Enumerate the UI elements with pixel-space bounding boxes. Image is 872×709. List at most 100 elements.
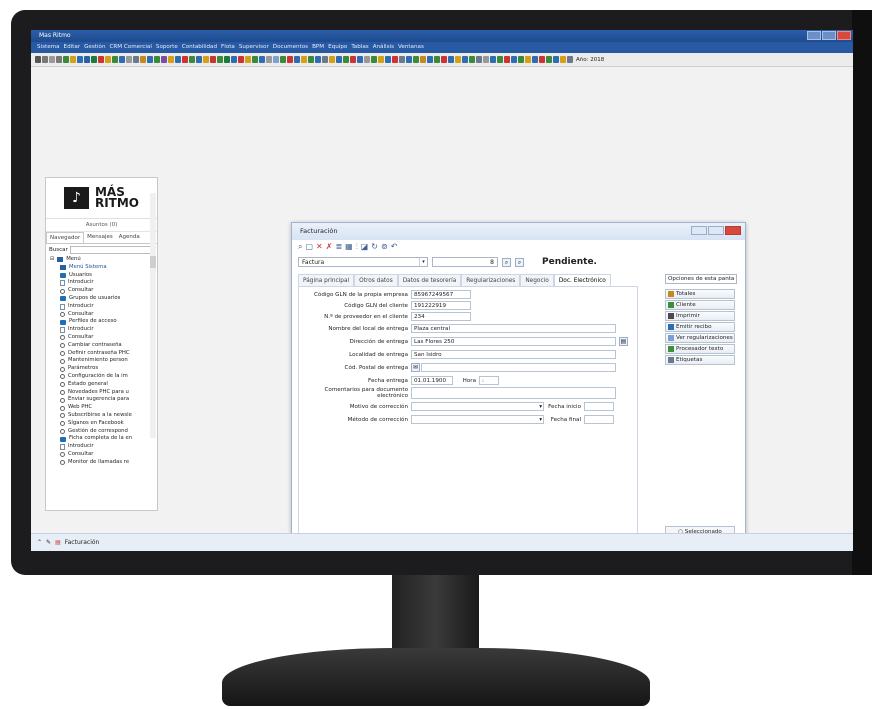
toolbar-tool-icon[interactable]	[448, 56, 454, 63]
menu-item-10[interactable]: Equipo	[328, 44, 347, 50]
side-button-2[interactable]: Imprimir	[665, 311, 735, 321]
toolbar-tool-icon[interactable]	[504, 56, 510, 63]
new-doc-icon[interactable]: ▢	[305, 242, 313, 251]
tree-item[interactable]: Grupos de usuarios	[50, 295, 157, 303]
tree-item[interactable]: Síganos en Facebook	[50, 420, 157, 428]
toolbar-tool-icon[interactable]	[539, 56, 545, 63]
side-button-6[interactable]: Etiquetas	[665, 355, 735, 365]
toolbar-tool-icon[interactable]	[168, 56, 174, 63]
side-button-4[interactable]: Ver regularizaciones	[665, 333, 735, 343]
toolbar-tool-icon[interactable]	[280, 56, 286, 63]
localidad-field[interactable]: San Isidro	[411, 350, 616, 359]
tree-item[interactable]: Consultar	[50, 334, 157, 342]
tree-item[interactable]: Configuración de la im	[50, 373, 157, 381]
toolbar-tool-icon[interactable]	[245, 56, 251, 63]
toolbar-tool-icon[interactable]	[392, 56, 398, 63]
toolbar-tool-icon[interactable]	[490, 56, 496, 63]
tab-navegador[interactable]: Navegador	[46, 232, 85, 243]
tree-item[interactable]: Gestión de correspond	[50, 428, 157, 436]
toolbar-tool-icon[interactable]	[112, 56, 118, 63]
refresh-icon[interactable]: ↻	[371, 242, 378, 251]
toolbar-tool-icon[interactable]	[420, 56, 426, 63]
toolbar-tool-icon[interactable]	[329, 56, 335, 63]
tree-item[interactable]: Introducir	[50, 443, 157, 451]
toolbar-tool-icon[interactable]	[140, 56, 146, 63]
tree-root[interactable]: ⊟ Menú	[50, 256, 157, 264]
toolbar-tool-icon[interactable]	[70, 56, 76, 63]
side-button-1[interactable]: Cliente	[665, 300, 735, 310]
final-field[interactable]	[584, 415, 614, 424]
toolbar-tool-icon[interactable]	[217, 56, 223, 63]
toolbar-tool-icon[interactable]	[483, 56, 489, 63]
address-book-icon[interactable]: ▤	[619, 337, 628, 346]
tree-item[interactable]: Usuarios	[50, 272, 157, 280]
filter-icon[interactable]: ◪	[361, 242, 369, 251]
toolbar-tool-icon[interactable]	[455, 56, 461, 63]
tree-item[interactable]: Parámetros	[50, 365, 157, 373]
menu-item-6[interactable]: Flota	[221, 44, 235, 50]
toolbar-tool-icon[interactable]	[196, 56, 202, 63]
toolbar-tool-icon[interactable]	[308, 56, 314, 63]
fecha-field[interactable]: 01.01.1900	[411, 376, 453, 385]
hora-field[interactable]: :	[479, 376, 499, 385]
toolbar-tool-icon[interactable]	[427, 56, 433, 63]
tab-mensajes[interactable]: Mensajes	[84, 232, 116, 243]
metodo-select[interactable]: ▾	[411, 415, 544, 424]
inicio-field[interactable]	[584, 402, 614, 411]
tree-item[interactable]: Definir contraseña PHC	[50, 350, 157, 358]
side-button-5[interactable]: Procesador texto	[665, 344, 735, 354]
toolbar-tool-icon[interactable]	[147, 56, 153, 63]
search-input[interactable]	[69, 246, 154, 254]
comentarios-field[interactable]	[411, 387, 616, 399]
toolbar-tool-icon[interactable]	[553, 56, 559, 63]
year-label[interactable]: Año: 2018	[576, 57, 604, 63]
tree-item[interactable]: Perfiles de acceso	[50, 318, 157, 326]
gln-empresa-field[interactable]: 85967249567	[411, 290, 471, 299]
undo-icon[interactable]: ↶	[391, 242, 398, 251]
collapse-icon[interactable]: ⊟	[50, 256, 54, 264]
lookup-button[interactable]: ⌕	[515, 257, 524, 267]
toolbar-tool-icon[interactable]	[56, 56, 62, 63]
toolbar-tool-icon[interactable]	[189, 56, 195, 63]
toolbar-tool-icon[interactable]	[126, 56, 132, 63]
toolbar-tool-icon[interactable]	[210, 56, 216, 63]
toolbar-tool-icon[interactable]	[511, 56, 517, 63]
tree-item[interactable]: Introducir	[50, 326, 157, 334]
doc-type-select[interactable]: Factura ▾	[298, 257, 428, 267]
close-button[interactable]	[837, 31, 851, 40]
edit-icon[interactable]: ✎	[46, 539, 51, 546]
toolbar-tool-icon[interactable]	[469, 56, 475, 63]
menu-item-12[interactable]: Análisis	[373, 44, 394, 50]
toolbar-tool-icon[interactable]	[357, 56, 363, 63]
menu-item-9[interactable]: BPM	[312, 44, 324, 50]
doc-number-field[interactable]: 8	[432, 257, 498, 267]
tree-item[interactable]: Novedades PHC para u	[50, 389, 157, 397]
tree-item[interactable]: Menú Sistema	[50, 264, 157, 272]
cancel-icon[interactable]: ✗	[326, 242, 333, 251]
toolbar-tool-icon[interactable]	[441, 56, 447, 63]
side-button-3[interactable]: Emitir recibo	[665, 322, 735, 332]
toolbar-tool-icon[interactable]	[294, 56, 300, 63]
proveedor-field[interactable]: 234	[411, 312, 471, 321]
tree-item[interactable]: Introducir	[50, 303, 157, 311]
postal-field[interactable]	[421, 363, 616, 372]
toolbar-tool-icon[interactable]	[84, 56, 90, 63]
toolbar-tool-icon[interactable]	[49, 56, 55, 63]
taskbar-window-label[interactable]: Facturación	[65, 539, 100, 546]
menu-item-8[interactable]: Documentos	[273, 44, 308, 50]
toolbar-tool-icon[interactable]	[322, 56, 328, 63]
toolbar-tool-icon[interactable]	[203, 56, 209, 63]
toolbar-tool-icon[interactable]	[336, 56, 342, 63]
menu-item-3[interactable]: CRM Comercial	[110, 44, 152, 50]
tree-scrollbar[interactable]	[150, 193, 156, 438]
tree-item[interactable]: Estado general	[50, 381, 157, 389]
tree-item[interactable]: Subscribirse a la newsle	[50, 412, 157, 420]
toolbar-tool-icon[interactable]	[161, 56, 167, 63]
tree-item[interactable]: Cambiar contraseña	[50, 342, 157, 350]
toolbar-tool-icon[interactable]	[273, 56, 279, 63]
toolbar-tool-icon[interactable]	[567, 56, 573, 63]
menu-item-2[interactable]: Gestión	[84, 44, 105, 50]
menu-item-4[interactable]: Soporte	[156, 44, 178, 50]
options-select[interactable]: Opciones de esta panta	[665, 274, 737, 284]
toolbar-tool-icon[interactable]	[385, 56, 391, 63]
